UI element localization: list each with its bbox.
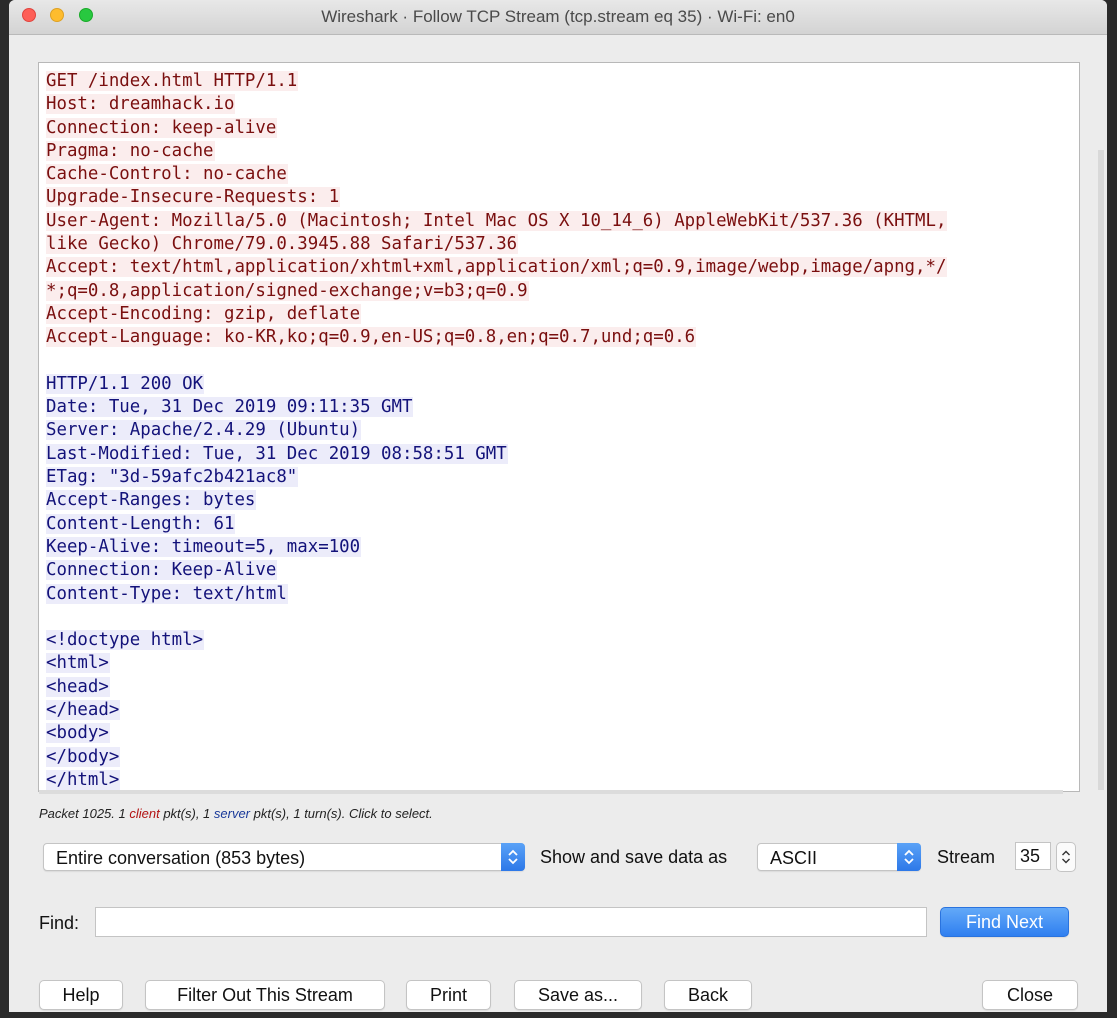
stream-line-client: Upgrade-Insecure-Requests: 1	[46, 186, 947, 209]
stream-line-text: Cache-Control: no-cache	[46, 164, 288, 185]
up-down-chevron-icon	[897, 843, 921, 871]
window-title: Wireshark · Follow TCP Stream (tcp.strea…	[321, 7, 795, 26]
stream-line-server: <html>	[46, 652, 947, 675]
stream-line-client: Pragma: no-cache	[46, 140, 947, 163]
close-button[interactable]: Close	[982, 980, 1078, 1010]
stream-line-text: HTTP/1.1 200 OK	[46, 373, 205, 394]
stream-line-server: Connection: Keep-Alive	[46, 559, 947, 582]
format-select[interactable]: ASCII	[757, 843, 921, 871]
stream-line-text: User-Agent: Mozilla/5.0 (Macintosh; Inte…	[46, 210, 948, 231]
back-button[interactable]: Back	[664, 980, 752, 1010]
server-word: server	[213, 806, 251, 821]
find-label: Find:	[39, 913, 80, 933]
stream-line-client: GET /index.html HTTP/1.1	[46, 70, 947, 93]
save-as-button[interactable]: Save as...	[514, 980, 642, 1010]
stream-label: Stream	[937, 847, 996, 867]
stream-line-text: Host: dreamhack.io	[46, 94, 236, 115]
stream-line-server: Server: Apache/2.4.29 (Ubuntu)	[46, 419, 947, 442]
filter-out-stream-button[interactable]: Filter Out This Stream	[145, 980, 385, 1010]
conversation-select[interactable]: Entire conversation (853 bytes)	[43, 843, 525, 871]
stream-line-text: Upgrade-Insecure-Requests: 1	[46, 187, 341, 208]
stream-line-text: </body>	[46, 746, 121, 767]
stream-line-server: </body>	[46, 746, 947, 769]
find-input[interactable]	[95, 907, 927, 937]
stream-line-server: Last-Modified: Tue, 31 Dec 2019 08:58:51…	[46, 443, 947, 466]
stream-blank-line	[46, 350, 947, 373]
format-select-value: ASCII	[770, 848, 818, 868]
title-bar: Wireshark · Follow TCP Stream (tcp.strea…	[9, 0, 1107, 35]
follow-tcp-stream-window: Wireshark · Follow TCP Stream (tcp.strea…	[9, 0, 1107, 1012]
stream-line-client: Accept-Language: ko-KR,ko;q=0.9,en-US;q=…	[46, 326, 947, 349]
stream-line-server: </head>	[46, 699, 947, 722]
stepper-arrows-icon	[1062, 850, 1070, 864]
stream-line-client: like Gecko) Chrome/79.0.3945.88 Safari/5…	[46, 233, 947, 256]
stream-line-server: ETag: "3d-59afc2b421ac8"	[46, 466, 947, 489]
stream-line-server: Keep-Alive: timeout=5, max=100	[46, 536, 947, 559]
stream-line-server: <head>	[46, 676, 947, 699]
stream-line-client: Cache-Control: no-cache	[46, 163, 947, 186]
stream-line-text: Date: Tue, 31 Dec 2019 09:11:35 GMT	[46, 397, 414, 418]
stream-line-text: Accept-Encoding: gzip, deflate	[46, 303, 362, 324]
stream-blank-line	[46, 606, 947, 629]
stream-stepper[interactable]	[1056, 842, 1076, 872]
stream-line-text: <head>	[46, 676, 110, 697]
packet-info-middle: pkt(s), 1	[159, 806, 214, 821]
stream-line-text: Keep-Alive: timeout=5, max=100	[46, 536, 362, 557]
stream-line-server: Accept-Ranges: bytes	[46, 489, 947, 512]
stream-line-server: <body>	[46, 722, 947, 745]
stream-line-server: </html>	[46, 769, 947, 791]
stream-line-text: ETag: "3d-59afc2b421ac8"	[46, 467, 299, 488]
stream-line-server: Content-Type: text/html	[46, 583, 947, 606]
stream-line-text: Content-Type: text/html	[46, 583, 288, 604]
stream-line-text: like Gecko) Chrome/79.0.3945.88 Safari/5…	[46, 234, 519, 255]
stream-line-text: Content-Length: 61	[46, 513, 236, 534]
stream-line-text: </head>	[46, 700, 121, 721]
client-word: client	[129, 806, 160, 821]
packet-info-suffix: pkt(s), 1 turn(s). Click to select.	[250, 806, 433, 821]
stream-line-text: Accept-Ranges: bytes	[46, 490, 257, 511]
stream-line-client: Host: dreamhack.io	[46, 93, 947, 116]
stream-line-client: Accept: text/html,application/xhtml+xml,…	[46, 256, 948, 279]
stream-number-field[interactable]: 35	[1015, 842, 1051, 870]
horizontal-scrollbar[interactable]	[39, 790, 1063, 794]
stream-content-view[interactable]: GET /index.html HTTP/1.1 Host: dreamhack.…	[38, 62, 1080, 792]
stream-line-text: <!doctype html>	[46, 630, 205, 651]
stream-line-client: Accept-Encoding: gzip, deflate	[46, 303, 947, 326]
stream-line-server: Date: Tue, 31 Dec 2019 09:11:35 GMT	[46, 396, 947, 419]
stream-line-server: Content-Length: 61	[46, 513, 947, 536]
print-button[interactable]: Print	[406, 980, 491, 1010]
packet-info-text[interactable]: Packet 1025. 1 client pkt(s), 1 server p…	[39, 806, 433, 821]
stream-lines: GET /index.html HTTP/1.1 Host: dreamhack.…	[46, 70, 948, 791]
up-down-chevron-icon	[501, 843, 525, 871]
stream-line-server: <!doctype html>	[46, 629, 947, 652]
stream-line-text: </html>	[46, 769, 121, 790]
stream-line-client: User-Agent: Mozilla/5.0 (Macintosh; Inte…	[46, 210, 948, 233]
stream-line-server: HTTP/1.1 200 OK	[46, 373, 947, 396]
stream-line-text: <html>	[46, 653, 110, 674]
stream-line-text: *;q=0.8,application/signed-exchange;v=b3…	[46, 280, 529, 301]
stream-line-text: <body>	[46, 723, 110, 744]
stream-line-text: Pragma: no-cache	[46, 140, 215, 161]
stream-line-client: *;q=0.8,application/signed-exchange;v=b3…	[46, 280, 947, 303]
stream-line-text: Connection: keep-alive	[46, 117, 278, 138]
help-button[interactable]: Help	[39, 980, 123, 1010]
packet-info-prefix: Packet 1025. 1	[39, 806, 130, 821]
stream-line-text: Last-Modified: Tue, 31 Dec 2019 08:58:51…	[46, 443, 508, 464]
vertical-scrollbar[interactable]	[1098, 150, 1104, 790]
conversation-select-value: Entire conversation (853 bytes)	[56, 848, 306, 868]
stream-line-client: Connection: keep-alive	[46, 117, 947, 140]
stream-line-text: Server: Apache/2.4.29 (Ubuntu)	[46, 420, 362, 441]
find-next-button[interactable]: Find Next	[940, 907, 1069, 937]
stream-line-text: Accept-Language: ko-KR,ko;q=0.9,en-US;q=…	[46, 327, 697, 348]
stream-line-text: Connection: Keep-Alive	[46, 560, 278, 581]
stream-line-text: GET /index.html HTTP/1.1	[46, 71, 299, 91]
stream-line-text: Accept: text/html,application/xhtml+xml,…	[46, 257, 948, 278]
show-save-label: Show and save data as	[540, 847, 728, 867]
